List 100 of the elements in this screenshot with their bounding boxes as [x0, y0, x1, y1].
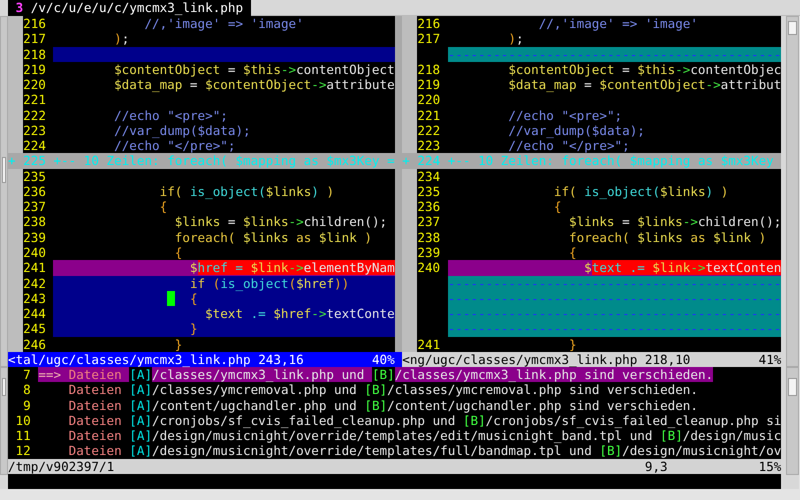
quickfix-entry[interactable]: Dateien [A]/classes/ymcremoval.php und [B]/classes/ymcremoval.php sind verschieden. [38, 382, 698, 398]
code-line: if( is_object($links) ) [552, 184, 730, 200]
code-line: { [552, 199, 562, 214]
file-name: /tmp/v902397/1 [8, 458, 116, 474]
scroll-percent: 15% [758, 458, 782, 474]
line-number: 236 [417, 199, 442, 214]
code-line: { [174, 244, 184, 260]
line-number: 239 [23, 230, 47, 245]
cursor-position: 9,3 [644, 458, 669, 474]
code-line: ); [113, 31, 130, 47]
code-line: //echo "</pre>"; [507, 138, 631, 154]
line-number: 219 [417, 77, 442, 92]
line-number: 216 [23, 16, 47, 32]
line-number: 221 [23, 92, 47, 108]
line-number: 7 [22, 367, 31, 382]
line-number: 225 [23, 153, 54, 169]
line-number: 220 [23, 77, 47, 92]
line-number: 245 [23, 321, 47, 337]
gutter [402, 168, 418, 184]
line-number: 221 [417, 108, 442, 123]
code-line: $contentObject = $this->contentObjec [507, 62, 782, 78]
line-number: 223 [417, 138, 442, 154]
code-line: $links = $links->children(); [174, 214, 388, 230]
line-number: 243 [23, 290, 47, 306]
line-number: 216 [417, 16, 442, 32]
code-line: //var_dump($data); [113, 122, 252, 138]
gutter [402, 336, 418, 352]
line-number: 222 [23, 108, 47, 123]
code-line: } [568, 336, 578, 352]
gutter [8, 138, 24, 154]
line-number: 238 [23, 214, 47, 230]
line-number: 241 [417, 336, 442, 352]
file-position: <tal/ugc/classes/ymcmx3_link.php 243,16 [8, 352, 304, 368]
gutter [8, 336, 24, 352]
code-line: } [174, 336, 184, 352]
code-line: if( is_object($links) ) [158, 184, 336, 200]
line-number: 217 [417, 31, 442, 47]
quickfix-entry[interactable]: Dateien [A]/content/ugchandler.php und [B]/content/ugchandler.php sind verschieden. [38, 398, 698, 413]
scrollbar[interactable] [0, 16, 8, 367]
line-number: 239 [417, 244, 442, 260]
line-number: 10 [14, 412, 31, 428]
line-number: 8 [22, 382, 31, 398]
code-line: foreach( $links as $link ) [568, 230, 768, 245]
line-number: 9 [22, 398, 31, 413]
gutter [402, 16, 418, 32]
line-number: 235 [417, 184, 442, 200]
code-line: $contentObject = $this->contentObject [113, 62, 395, 78]
scrollbar[interactable] [786, 367, 800, 475]
code-line: //echo "<pre>"; [507, 108, 624, 123]
tab[interactable]: 3 /v/c/u/e/u/c/ymcmx3_link.php [8, 0, 251, 16]
window-corner [0, 0, 8, 16]
code-line: foreach( $links as $link ) [174, 230, 373, 245]
line-number: 236 [23, 184, 47, 200]
scrollbar-thumb[interactable] [788, 378, 798, 396]
line-number: 246 [23, 336, 47, 352]
line-number: 241 [23, 260, 47, 276]
scroll-percent: 40% [372, 352, 396, 368]
line-number: 224 [417, 153, 448, 169]
quickfix-entry[interactable]: Dateien [A]/design/musicnight/override/templates/edit/musicnight_band.tpl und [B]/design/music [38, 428, 782, 444]
file-position: <ng/ugc/classes/ymcmx3_link.php 218,10 [402, 352, 690, 368]
gutter [8, 168, 24, 184]
code-line: $data_map = $contentObject->attribute [113, 77, 395, 92]
code-line: //var_dump($data); [507, 122, 646, 138]
code-line: $links = $links->children(); [568, 214, 782, 230]
line-number: 237 [23, 199, 47, 214]
scrollbar-thumb[interactable] [788, 21, 798, 35]
gutter [402, 138, 418, 154]
line-number: 222 [417, 122, 442, 138]
code-line: //echo "<pre>"; [113, 108, 229, 123]
scroll-percent: 41% [758, 352, 782, 368]
code-line: //,'image' => 'image' [538, 16, 699, 32]
line-number: 217 [23, 31, 47, 47]
line-number: 224 [23, 138, 47, 154]
line-number: 12 [14, 443, 31, 459]
line-number: 223 [23, 122, 47, 138]
scrollbar-thumb[interactable] [2, 378, 6, 396]
code-line: ); [507, 31, 525, 47]
code-line: //echo "</pre>"; [113, 138, 236, 154]
code-line: //,'image' => 'image' [143, 16, 305, 32]
scrollbar[interactable] [0, 367, 8, 475]
line-number: 235 [23, 168, 47, 184]
line-number: 218 [23, 46, 47, 62]
line-number: 238 [417, 230, 442, 245]
line-number: 240 [23, 244, 47, 260]
code-line: $data_map = $contentObject->attribut [507, 77, 782, 92]
scrollbar-thumb[interactable] [2, 157, 6, 183]
line-number: 240 [417, 260, 442, 276]
scrollbar[interactable] [786, 16, 800, 367]
line-number: 220 [417, 92, 442, 108]
quickfix-entry[interactable]: ==> Dateien [A]/classes/ymcmx3_link.php und [B]/classes/ymcmx3_link.php sind verschieden. [38, 367, 714, 382]
code-line: { [158, 199, 168, 214]
line-number: 219 [23, 62, 47, 78]
line-number: 244 [23, 306, 47, 322]
line-number: 242 [23, 276, 47, 291]
gutter [8, 16, 24, 32]
quickfix-entry[interactable]: Dateien [A]/cronjobs/sf_cvis_failed_cleanup.php und [B]/cronjobs/sf_cvis_failed_cleanup.php si [38, 412, 782, 428]
quickfix-entry[interactable]: Dateien [A]/design/musicnight/override/templates/full/bandmap.tpl und [B]/design/musicnight/ov [38, 443, 782, 459]
line-number: 11 [14, 428, 31, 444]
line-number: 218 [417, 62, 442, 78]
line-number: 234 [417, 168, 442, 184]
